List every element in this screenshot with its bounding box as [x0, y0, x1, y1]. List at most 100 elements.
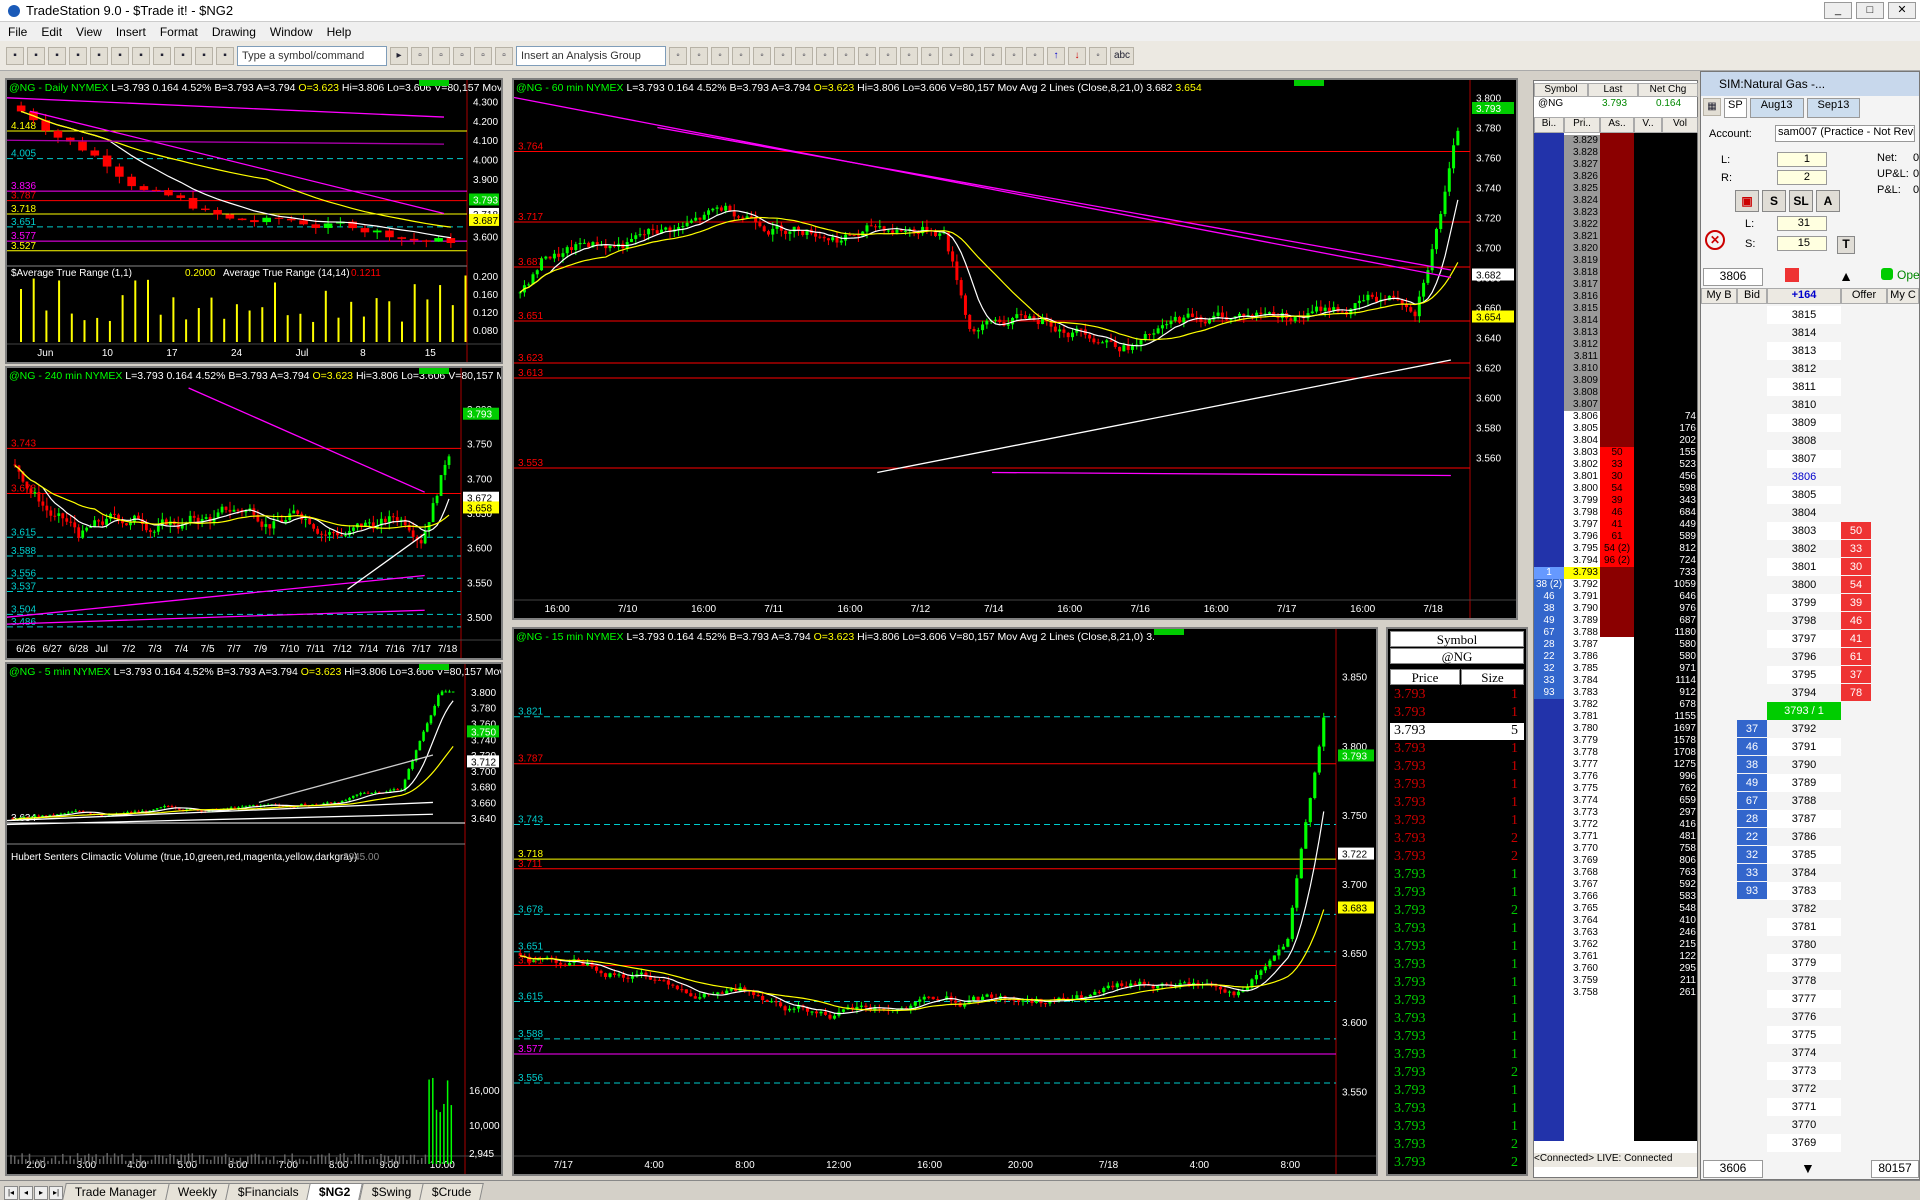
- radar-header[interactable]: Last: [1588, 83, 1638, 97]
- dom-offer-size[interactable]: 50: [1841, 522, 1871, 539]
- menu-insert[interactable]: Insert: [116, 25, 146, 39]
- dom-col-header[interactable]: My B: [1701, 288, 1737, 304]
- dom-row[interactable]: 3806: [1701, 468, 1919, 486]
- dom-row[interactable]: 3786 22: [1701, 828, 1919, 846]
- dom-offer-size[interactable]: 54: [1841, 576, 1871, 593]
- dom-offer-size[interactable]: 46: [1841, 612, 1871, 629]
- page-setup-icon[interactable]: ▪: [153, 46, 171, 65]
- trendline-icon[interactable]: ◦: [921, 46, 939, 65]
- go-icon[interactable]: ▸: [390, 46, 408, 65]
- dom-row[interactable]: 3780: [1701, 936, 1919, 954]
- dom-col-header[interactable]: My C: [1887, 288, 1919, 304]
- menu-view[interactable]: View: [76, 25, 102, 39]
- r-val-input[interactable]: 2: [1777, 170, 1827, 185]
- radar-header[interactable]: Symbol: [1534, 83, 1588, 97]
- dom-row[interactable]: 3800 54: [1701, 576, 1919, 594]
- dom-bid-size[interactable]: 49: [1737, 774, 1767, 791]
- dom-row[interactable]: 3809: [1701, 414, 1919, 432]
- account-select[interactable]: sam007 (Practice - Not Revie: [1775, 125, 1915, 142]
- symbol-command-input[interactable]: Type a symbol/command: [237, 45, 387, 66]
- chart-15min[interactable]: 3.8213.7873.7433.7183.7113.6783.6513.641…: [512, 627, 1378, 1176]
- dom-row[interactable]: 3804: [1701, 504, 1919, 522]
- dom-center-button[interactable]: ▲: [1821, 268, 1871, 286]
- dom-row[interactable]: 3814: [1701, 324, 1919, 342]
- dom-settings-icon[interactable]: ▦: [1703, 98, 1721, 116]
- dom-bid-size[interactable]: 28: [1737, 810, 1767, 827]
- dom-ask-icon[interactable]: A: [1816, 190, 1840, 212]
- window-layout-icon[interactable]: ▫: [495, 46, 513, 65]
- radar-col-header[interactable]: Bi..: [1534, 117, 1564, 133]
- tab-crude[interactable]: $Crude: [419, 1183, 485, 1200]
- new-icon[interactable]: ▪: [6, 46, 24, 65]
- dom-stoplimit-icon[interactable]: SL: [1789, 190, 1813, 212]
- l2-val-input[interactable]: 31: [1777, 216, 1827, 231]
- dom-offer-size[interactable]: 61: [1841, 648, 1871, 665]
- dom-row[interactable]: 3790 38: [1701, 756, 1919, 774]
- arrow-up-icon[interactable]: ↑: [1047, 46, 1065, 65]
- dom-row[interactable]: 3771: [1701, 1098, 1919, 1116]
- menu-window[interactable]: Window: [270, 25, 313, 39]
- dom-col-header[interactable]: Offer: [1841, 288, 1887, 304]
- zoom-in-icon[interactable]: ◦: [795, 46, 813, 65]
- dom-row[interactable]: 3801 30: [1701, 558, 1919, 576]
- dom-bid-size[interactable]: 93: [1737, 882, 1767, 899]
- menu-format[interactable]: Format: [160, 25, 198, 39]
- dom-month-2[interactable]: Sep13: [1806, 98, 1861, 118]
- dom-symbol-select[interactable]: SP: [1724, 98, 1747, 118]
- dom-price-box[interactable]: 3806: [1703, 268, 1763, 286]
- dom-row[interactable]: 3807: [1701, 450, 1919, 468]
- dom-row[interactable]: 3796 61: [1701, 648, 1919, 666]
- dom-month-1[interactable]: Aug13: [1749, 98, 1804, 118]
- prev-icon[interactable]: ◂: [19, 1186, 33, 1200]
- dom-row[interactable]: 3808: [1701, 432, 1919, 450]
- dom-bid-size[interactable]: 46: [1737, 738, 1767, 755]
- chart-5min[interactable]: 3.6343.8003.7803.7603.7403.7203.7003.680…: [5, 662, 503, 1176]
- radar-col-header[interactable]: Vol: [1662, 117, 1698, 133]
- pencil-icon[interactable]: ◦: [1026, 46, 1044, 65]
- dom-row[interactable]: 3784 33: [1701, 864, 1919, 882]
- dom-row[interactable]: 3773: [1701, 1062, 1919, 1080]
- dom-offer-size[interactable]: 37: [1841, 666, 1871, 683]
- arc-icon[interactable]: ◦: [1005, 46, 1023, 65]
- menu-edit[interactable]: Edit: [41, 25, 62, 39]
- dom-row[interactable]: 3783 93: [1701, 882, 1919, 900]
- dom-col-header[interactable]: Bid: [1737, 288, 1767, 304]
- dom-row[interactable]: 3776: [1701, 1008, 1919, 1026]
- tab-trademanager[interactable]: Trade Manager: [62, 1183, 170, 1200]
- dom-flag-icon[interactable]: ▣: [1735, 190, 1759, 212]
- dom-stop-icon[interactable]: S: [1762, 190, 1786, 212]
- menu-drawing[interactable]: Drawing: [212, 25, 256, 39]
- print-icon[interactable]: ▪: [111, 46, 129, 65]
- dom-col-header[interactable]: +164: [1767, 288, 1841, 304]
- radar-symbol[interactable]: @NG: [1538, 98, 1563, 109]
- dom-row[interactable]: 3782: [1701, 900, 1919, 918]
- cancel-orders-icon[interactable]: ✕: [1705, 230, 1725, 250]
- dom-row[interactable]: 3793 / 1: [1701, 702, 1919, 720]
- fibonacci-icon[interactable]: ◦: [984, 46, 1002, 65]
- dom-row[interactable]: 3811: [1701, 378, 1919, 396]
- candle-icon[interactable]: ◦: [753, 46, 771, 65]
- dom-bid-size[interactable]: 22: [1737, 828, 1767, 845]
- dom-row[interactable]: 3794 78: [1701, 684, 1919, 702]
- tab-swing[interactable]: $Swing: [358, 1183, 424, 1200]
- dom-offer-size[interactable]: 41: [1841, 630, 1871, 647]
- dom-row[interactable]: 3812: [1701, 360, 1919, 378]
- data-window-icon[interactable]: ◦: [900, 46, 918, 65]
- dom-bid-size[interactable]: 38: [1737, 756, 1767, 773]
- dom-offer-size[interactable]: 33: [1841, 540, 1871, 557]
- close-button[interactable]: ✕: [1888, 2, 1916, 19]
- dom-row[interactable]: 3798 46: [1701, 612, 1919, 630]
- dom-offer-size[interactable]: 78: [1841, 684, 1871, 701]
- dom-row[interactable]: 3797 41: [1701, 630, 1919, 648]
- radar-col-header[interactable]: As..: [1600, 117, 1634, 133]
- text-tool-icon[interactable]: abc: [1110, 46, 1134, 65]
- dom-row[interactable]: 3779: [1701, 954, 1919, 972]
- vertical-line-icon[interactable]: ◦: [963, 46, 981, 65]
- chart-daily[interactable]: 4.148 4.005 3.836 3.787 3.718 3.651 3.577 3.527…: [5, 78, 503, 364]
- circle-icon[interactable]: ◦: [1089, 46, 1107, 65]
- dom-row[interactable]: 3777: [1701, 990, 1919, 1008]
- window-layout-icon[interactable]: ▫: [453, 46, 471, 65]
- analysis-group-select[interactable]: Insert an Analysis Group: [516, 45, 666, 66]
- l-val-input[interactable]: 1: [1777, 152, 1827, 167]
- dom-row[interactable]: 3815: [1701, 306, 1919, 324]
